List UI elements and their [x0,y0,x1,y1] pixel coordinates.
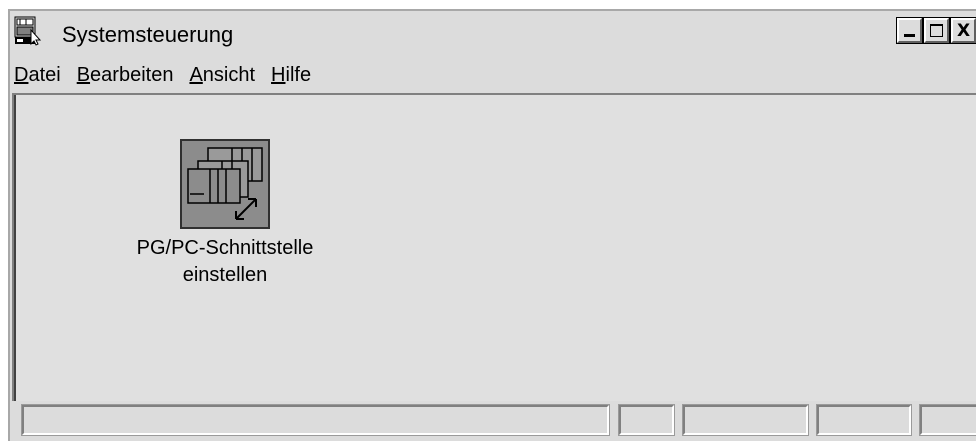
applet-label[interactable]: PG/PC-Schnittstelle einstellen [100,235,350,289]
maximize-button[interactable] [923,17,950,44]
menu-datei[interactable]: Datei [10,64,67,87]
status-panel-4 [816,404,912,436]
applet-label-line2: einstellen [182,264,268,286]
menu-bar: Datei Bearbeiten Ansicht Hilfe [10,57,976,93]
menu-ansicht[interactable]: Ansicht [183,64,261,87]
applet-pg-pc-interface[interactable]: PG/PC-Schnittstelle einstellen [100,139,350,289]
applet-label-line1: PG/PC-Schnittstelle [136,237,314,259]
menu-hilfe[interactable]: Hilfe [265,64,317,87]
title-bar[interactable]: Systemsteuerung X [10,11,976,57]
window-title: Systemsteuerung [62,22,234,47]
applet-list-view[interactable]: PG/PC-Schnittstelle einstellen [12,93,976,401]
minimize-icon [904,34,915,37]
status-panel-1 [21,404,610,436]
close-button[interactable]: X [950,17,976,44]
status-bar [10,401,976,441]
control-panel-icon[interactable] [14,16,44,46]
minimize-button[interactable] [896,17,923,44]
window-controls: X [896,17,976,44]
close-icon: X [956,20,971,41]
menu-bearbeiten[interactable]: Bearbeiten [71,64,180,87]
status-panel-2 [618,404,675,436]
status-panel-3 [682,404,809,436]
pg-pc-interface-icon[interactable] [180,139,270,229]
control-panel-window: Systemsteuerung X Datei Bearbeiten Ansic… [8,9,976,441]
status-panel-5 [919,404,976,436]
maximize-icon [930,24,943,37]
